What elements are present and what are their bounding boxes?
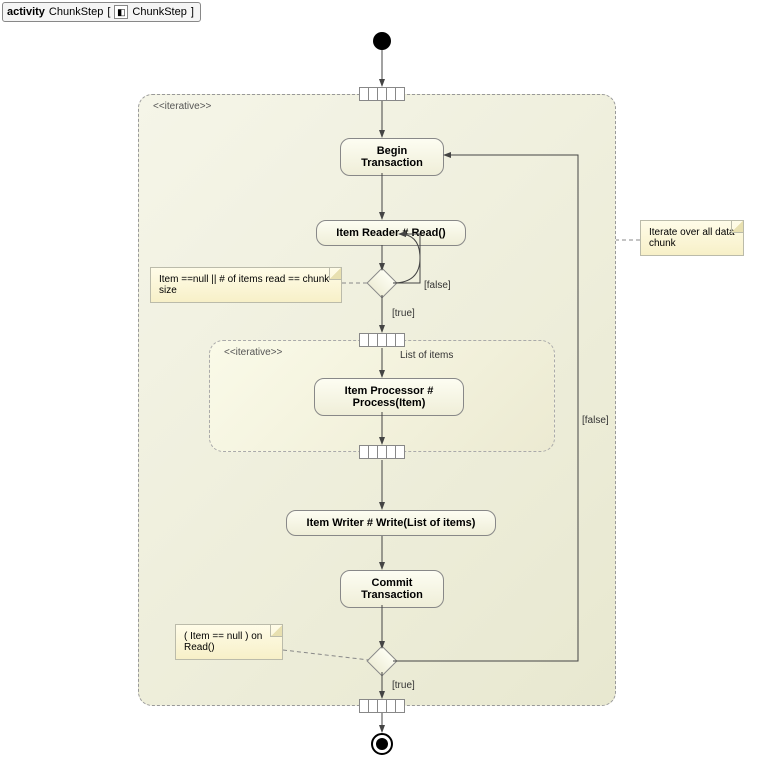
final-node	[371, 733, 393, 755]
note-end-condition-text: ( Item == null ) on Read()	[184, 631, 262, 653]
tab-activity-name: ChunkStep	[49, 6, 103, 18]
note-end-condition: ( Item == null ) on Read()	[175, 624, 283, 660]
note-read-condition-text: Item ==null || # of items read == chunk …	[159, 274, 329, 296]
expansion-bottom-outer	[359, 699, 405, 713]
guard-read-false: [false]	[424, 280, 451, 291]
begin-transaction-node: Begin Transaction	[340, 138, 444, 176]
commit-transaction-node: Commit Transaction	[340, 570, 444, 608]
diagram-tab: activity ChunkStep [ ◧ ChunkStep ]	[2, 2, 201, 22]
inner-stereotype: <<iterative>>	[224, 347, 282, 358]
item-writer-node: Item Writer # Write(List of items)	[286, 510, 496, 536]
guard-end-false: [false]	[582, 415, 609, 426]
note-read-condition: Item ==null || # of items read == chunk …	[150, 267, 342, 303]
guard-read-true: [true]	[392, 308, 415, 319]
item-processor-node: Item Processor # Process(Item)	[314, 378, 464, 416]
item-reader-node: Item Reader # Read()	[316, 220, 466, 246]
outer-stereotype: <<iterative>>	[153, 101, 211, 112]
tab-link-name: ChunkStep	[132, 6, 186, 18]
guard-end-true: [true]	[392, 680, 415, 691]
expansion-top-outer	[359, 87, 405, 101]
activity-icon: ◧	[114, 5, 128, 19]
initial-node	[373, 32, 391, 50]
label-list-of-items: List of items	[400, 350, 453, 361]
note-iterate-text: Iterate over all data chunk	[649, 227, 735, 249]
expansion-top-inner	[359, 333, 405, 347]
note-iterate: Iterate over all data chunk	[640, 220, 744, 256]
expansion-bottom-inner	[359, 445, 405, 459]
tab-prefix: activity	[7, 6, 45, 18]
